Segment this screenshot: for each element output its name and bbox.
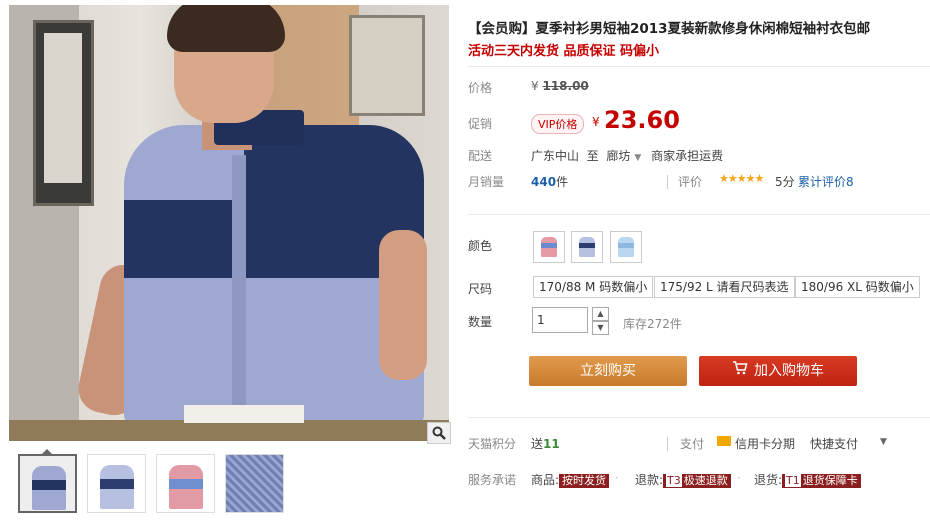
sales-unit: 件 [556, 175, 569, 189]
divider [667, 175, 668, 189]
payment-label: 支付 [680, 437, 705, 451]
service-tag: 按时发货 [559, 474, 610, 488]
rating-stars-icon: ★★★★★ [719, 172, 764, 185]
add-to-cart-button[interactable]: 加入购物车 [699, 356, 857, 386]
vip-price-badge: VIP价格 [531, 114, 585, 134]
price-label: 价格 [468, 81, 493, 95]
model-legs [9, 420, 449, 441]
separator-dot-icon: · [615, 471, 619, 485]
color-swatch-blue[interactable] [571, 231, 603, 263]
service-item-return[interactable]: 退货: T1 退货保障卡 [754, 471, 861, 488]
shipping-label: 配送 [468, 149, 493, 163]
monthly-sales: 440件 [531, 173, 568, 190]
thumbnail-image[interactable] [225, 454, 284, 513]
fast-pay-link[interactable]: 快捷支付 [810, 435, 858, 452]
service-code: T3 [666, 474, 682, 487]
separator-dot-icon: · [737, 471, 741, 485]
magnifier-icon [432, 426, 446, 440]
chevron-down-icon[interactable]: ▼ [880, 437, 887, 447]
product-title: 【会员购】夏季衬衫男短袖2013夏装新款修身休闲棉短袖衬衣包邮 [468, 21, 871, 37]
service-prefix: 退款: [635, 473, 664, 487]
review-label: 评价 [678, 175, 703, 189]
size-option-l[interactable]: 175/92 L 请看尺码表选 [654, 276, 795, 298]
photo-background-frame [349, 15, 425, 116]
thumbnail-image[interactable] [87, 454, 146, 513]
quantity-increase-button[interactable]: ▲ [592, 307, 609, 321]
original-price-value: 118.00 [542, 79, 589, 93]
product-subtitle: 活动三天内发货 品质保证 码偏小 [468, 44, 660, 59]
model-hair [167, 5, 285, 52]
service-tag-text: 极速退款 [683, 474, 728, 487]
buy-now-button[interactable]: 立刻购买 [529, 356, 687, 386]
rating-score: 5分 [775, 175, 795, 189]
color-swatch-light-blue[interactable] [610, 231, 642, 263]
service-prefix: 商品: [531, 473, 560, 487]
points-number: 11 [543, 437, 560, 451]
ship-destination-select[interactable]: 廊坊 [606, 149, 630, 163]
size-option-xl[interactable]: 180/96 XL 码数偏小 [795, 276, 920, 298]
cart-icon [732, 356, 748, 386]
sales-count: 440 [531, 175, 557, 189]
service-tag: T1 退货保障卡 [782, 474, 861, 488]
service-prefix: 退货: [754, 473, 783, 487]
divider [468, 214, 930, 215]
size-label: 尺码 [468, 282, 493, 296]
service-label: 服务承诺 [468, 473, 517, 487]
shipping-note: 商家承担运费 [651, 149, 724, 163]
divider [468, 417, 930, 418]
service-item-shipping[interactable]: 商品: 按时发货 [531, 471, 610, 488]
promo-price-value: 23.60 [604, 106, 680, 134]
service-tag-text: 退货保障卡 [802, 474, 858, 487]
product-main-image[interactable] [9, 5, 449, 441]
photo-background-frame [33, 20, 94, 206]
points-value: 送11 [531, 435, 560, 452]
thumbnail-image[interactable] [156, 454, 215, 513]
credit-card-installment-link[interactable]: 信用卡分期 [735, 435, 795, 452]
zoom-button[interactable] [427, 422, 451, 444]
review-count-link[interactable]: 累计评价8 [798, 173, 854, 190]
currency-symbol: ¥ [592, 115, 600, 129]
thumbnail-strip [18, 454, 294, 513]
points-prefix: 送 [531, 437, 544, 451]
color-swatch-pink[interactable] [533, 231, 565, 263]
chevron-down-icon[interactable]: ▼ [634, 153, 641, 163]
model-arm [379, 230, 427, 380]
credit-card-icon [717, 436, 731, 446]
stock-text: 库存272件 [623, 317, 682, 331]
add-to-cart-label: 加入购物车 [754, 363, 824, 379]
points-label: 天猫积分 [468, 437, 517, 451]
quantity-label: 数量 [468, 315, 493, 329]
model-belt [184, 405, 304, 423]
promo-label: 促销 [468, 117, 493, 131]
service-code: T1 [785, 474, 801, 487]
quantity-decrease-button[interactable]: ▼ [592, 321, 609, 335]
color-label: 颜色 [468, 239, 493, 253]
size-option-m[interactable]: 170/88 M 码数偏小 [533, 276, 654, 298]
quantity-input[interactable] [532, 307, 588, 333]
shipping-info: 广东中山 至 廊坊 ▼ 商家承担运费 [531, 147, 723, 164]
ship-to-word: 至 [586, 149, 599, 163]
chevron-down-icon: ▼ [597, 323, 604, 332]
service-item-refund[interactable]: 退款: T3 极速退款 [635, 471, 731, 488]
thumbnail-image[interactable] [18, 454, 77, 513]
ship-from: 广东中山 [531, 149, 580, 163]
original-price: ¥ 118.00 [531, 79, 589, 93]
divider [468, 66, 930, 67]
service-tag: T3 极速退款 [663, 474, 731, 488]
chevron-up-icon: ▲ [597, 309, 604, 318]
sales-label: 月销量 [468, 175, 505, 189]
currency-symbol: ¥ [531, 79, 539, 93]
divider [667, 437, 668, 451]
